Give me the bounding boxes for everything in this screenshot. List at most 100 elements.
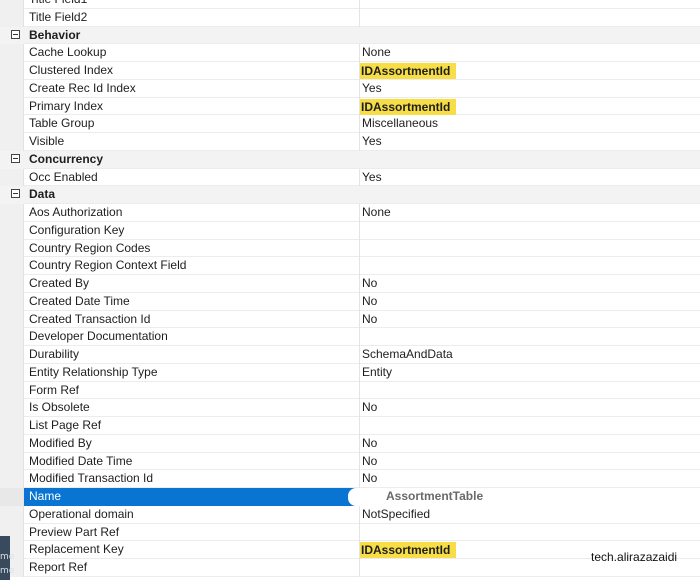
property-value: Yes: [362, 80, 382, 95]
row-gutter: [0, 310, 24, 329]
property-row-preview-part-ref[interactable]: Preview Part Ref: [0, 523, 700, 542]
property-name: Configuration Key: [29, 222, 125, 237]
left-panel-edge: me me: [0, 536, 14, 580]
property-value: Yes: [362, 134, 382, 148]
property-row-operational-domain[interactable]: Operational domain NotSpecified: [0, 505, 700, 524]
property-row-modified-by[interactable]: Modified By No: [0, 434, 700, 453]
column-divider[interactable]: [359, 0, 360, 9]
property-row-clustered-index[interactable]: Clustered Index IDAssortmentId: [0, 62, 700, 80]
column-divider[interactable]: [359, 257, 360, 275]
property-name: Clustered Index: [29, 63, 114, 77]
property-row-occ-enabled[interactable]: Occ Enabled Yes: [0, 168, 700, 187]
column-divider[interactable]: [359, 434, 360, 453]
property-value: IDAssortmentId: [360, 542, 457, 559]
property-row-created-transaction-id[interactable]: Created Transaction Id No: [0, 310, 700, 329]
collapse-icon[interactable]: [11, 153, 20, 163]
row-gutter: [0, 434, 24, 453]
column-divider[interactable]: [359, 505, 360, 524]
row-gutter: [0, 62, 24, 80]
property-row-modified-transaction-id[interactable]: Modified Transaction Id No: [0, 470, 700, 488]
property-value-input[interactable]: AssortmentTable: [386, 488, 483, 505]
column-divider[interactable]: [359, 417, 360, 435]
watermark: tech.alirazazaidi: [591, 550, 678, 564]
group-header-behavior[interactable]: Behavior: [0, 26, 700, 45]
property-row-aos-authorization[interactable]: Aos Authorization None: [0, 204, 700, 222]
column-divider[interactable]: [359, 79, 360, 98]
property-row-country-region-context-field[interactable]: Country Region Context Field: [0, 257, 700, 275]
column-divider[interactable]: [359, 328, 360, 346]
row-gutter: [0, 115, 24, 133]
column-divider[interactable]: [359, 346, 360, 364]
column-divider[interactable]: [359, 452, 360, 471]
property-name: Name: [29, 489, 62, 503]
collapse-icon[interactable]: [11, 29, 20, 39]
property-name: Replacement Key: [29, 542, 124, 557]
row-gutter: [0, 470, 24, 488]
property-row-form-ref[interactable]: Form Ref: [0, 381, 700, 400]
property-value: IDAssortmentId: [360, 98, 457, 115]
property-row-cache-lookup[interactable]: Cache Lookup None: [0, 44, 700, 62]
property-row-created-date-time[interactable]: Created Date Time No: [0, 292, 700, 311]
property-row-modified-date-time[interactable]: Modified Date Time No: [0, 452, 700, 471]
row-gutter: [0, 239, 24, 258]
property-row-table-group[interactable]: Table Group Miscellaneous: [0, 115, 700, 133]
column-divider[interactable]: [359, 115, 360, 133]
group-label: Behavior: [29, 27, 81, 42]
column-divider[interactable]: [359, 133, 360, 151]
group-label: Concurrency: [29, 151, 104, 166]
row-gutter: [0, 186, 24, 204]
property-row-title-field2[interactable]: Title Field2: [0, 8, 700, 27]
column-divider[interactable]: [359, 221, 360, 240]
collapse-icon[interactable]: [11, 189, 20, 199]
property-row-durability[interactable]: Durability SchemaAndData: [0, 346, 700, 364]
column-divider[interactable]: [359, 44, 360, 62]
property-name: Cache Lookup: [29, 45, 107, 60]
property-row-title-field1[interactable]: Title Field1: [0, 0, 700, 9]
property-value: No: [362, 471, 378, 486]
group-header-concurrency[interactable]: Concurrency: [0, 150, 700, 169]
column-divider[interactable]: [359, 363, 360, 382]
property-row-entity-relationship-type[interactable]: Entity Relationship Type Entity: [0, 363, 700, 382]
property-name: Is Obsolete: [29, 400, 90, 415]
property-row-primary-index[interactable]: Primary Index IDAssortmentId: [0, 97, 700, 116]
property-value: No: [362, 311, 378, 326]
property-value: NotSpecified: [362, 506, 431, 521]
column-divider[interactable]: [359, 239, 360, 258]
property-row-configuration-key[interactable]: Configuration Key: [0, 221, 700, 240]
property-name: Modified By: [29, 435, 92, 450]
column-divider[interactable]: [359, 470, 360, 488]
property-row-list-page-ref[interactable]: List Page Ref: [0, 417, 700, 435]
column-divider[interactable]: [359, 523, 360, 542]
property-value: IDAssortmentId: [360, 63, 457, 79]
column-divider[interactable]: [359, 310, 360, 329]
property-row-is-obsolete[interactable]: Is Obsolete No: [0, 399, 700, 417]
property-value: Yes: [362, 169, 382, 184]
property-row-name[interactable]: Name AssortmentTable: [0, 488, 700, 506]
property-name: Created By: [29, 276, 90, 290]
property-row-visible[interactable]: Visible Yes: [0, 133, 700, 151]
property-row-country-region-codes[interactable]: Country Region Codes: [0, 239, 700, 258]
row-gutter: [0, 292, 24, 311]
row-gutter: [0, 221, 24, 240]
property-value: None: [362, 45, 391, 60]
column-divider[interactable]: [359, 292, 360, 311]
column-divider[interactable]: [359, 168, 360, 187]
column-divider[interactable]: [359, 204, 360, 222]
property-row-developer-documentation[interactable]: Developer Documentation: [0, 328, 700, 346]
row-gutter: [0, 488, 24, 506]
row-gutter: [0, 133, 24, 151]
column-divider[interactable]: [359, 399, 360, 417]
column-divider[interactable]: [359, 381, 360, 400]
column-divider[interactable]: [359, 8, 360, 27]
column-divider[interactable]: [359, 275, 360, 293]
property-name: Title Field2: [29, 9, 88, 24]
property-value: Miscellaneous: [362, 116, 439, 131]
property-row-create-rec-id-index[interactable]: Create Rec Id Index Yes: [0, 79, 700, 98]
group-header-data[interactable]: Data: [0, 186, 700, 204]
column-divider[interactable]: [359, 559, 360, 577]
row-gutter: [0, 26, 24, 45]
row-gutter: [0, 505, 24, 524]
property-row-created-by[interactable]: Created By No: [0, 275, 700, 293]
property-name: Operational domain: [29, 506, 134, 521]
row-gutter: [0, 417, 24, 435]
